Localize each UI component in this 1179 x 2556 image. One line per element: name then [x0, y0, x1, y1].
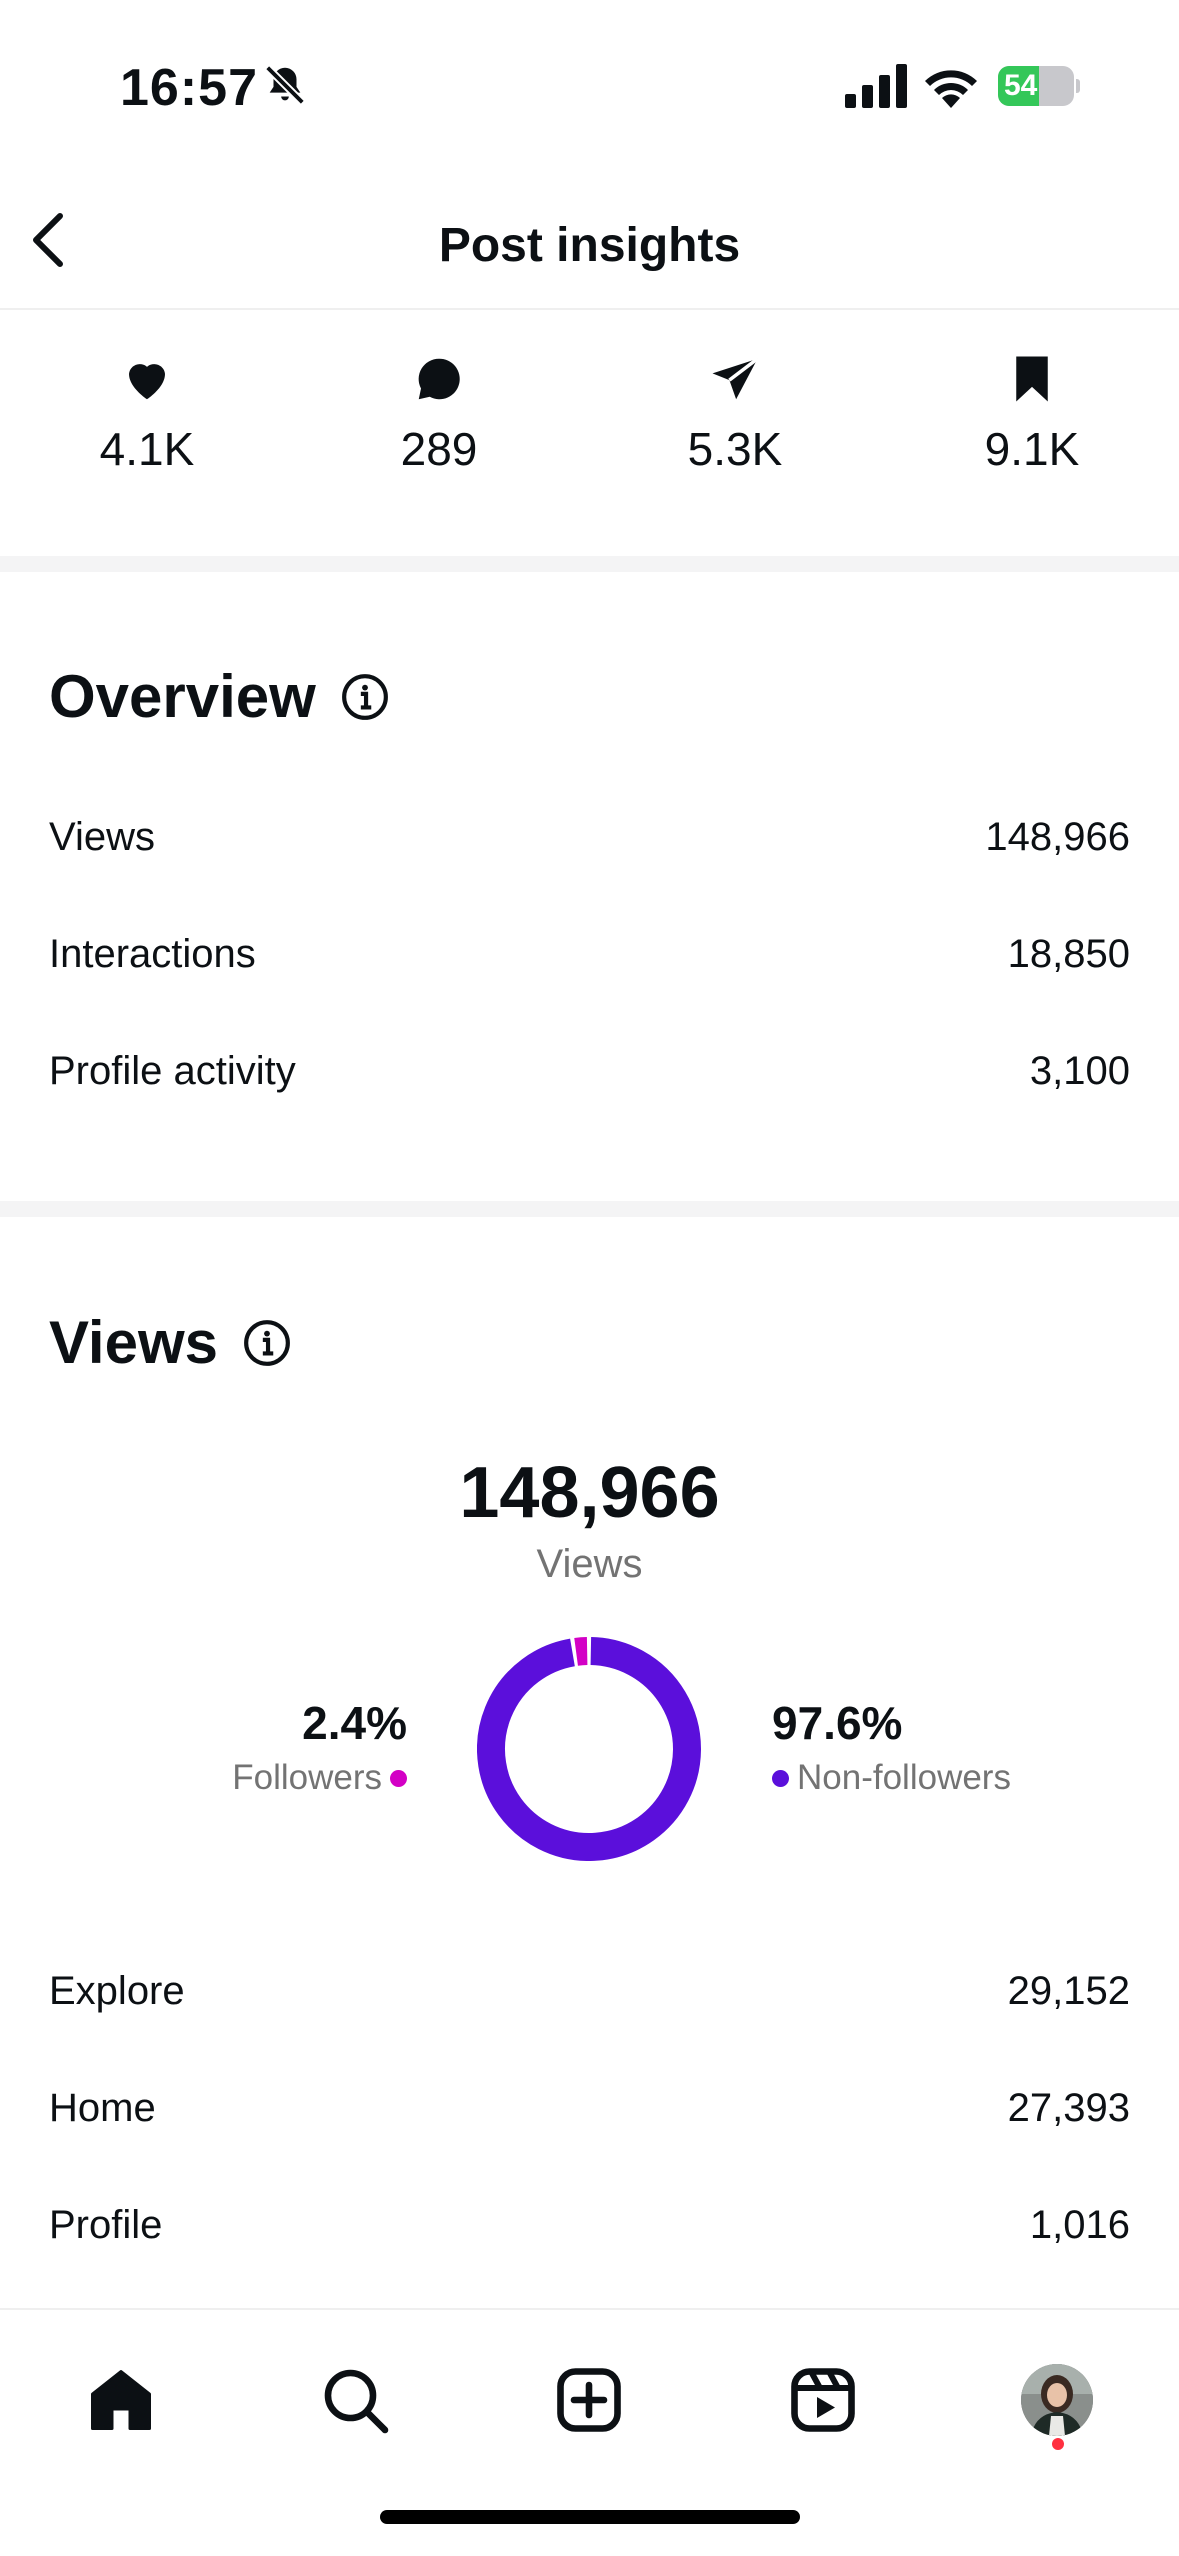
overview-title: Overview — [49, 663, 316, 730]
views-title: Views — [49, 1309, 219, 1376]
followers-label: Followers — [232, 1758, 382, 1797]
followers-percent: 2.4% — [302, 1697, 407, 1749]
status-time: 16:57 — [120, 59, 258, 117]
battery-indicator: 54 — [998, 66, 1080, 106]
search-icon — [324, 2369, 389, 2434]
heart-icon — [129, 364, 165, 400]
views-source-profile[interactable]: Profile 1,016 — [49, 2185, 1130, 2265]
comment-icon — [418, 358, 460, 400]
row-label: Interactions — [49, 931, 256, 976]
likes-count: 4.1K — [99, 423, 195, 475]
overview-heading: Overview — [49, 662, 390, 731]
followers-dot — [390, 1769, 407, 1787]
battery-level: 54 — [1004, 69, 1038, 102]
overview-row-views[interactable]: Views 148,966 — [49, 797, 1130, 877]
followers-legend: 2.4% Followers — [232, 1696, 407, 1798]
row-label: Explore — [49, 1968, 185, 2013]
home-indicator — [380, 2510, 800, 2524]
row-value: 3,100 — [1029, 1048, 1130, 1093]
notification-dot — [1052, 2438, 1064, 2450]
nav-search[interactable] — [305, 2350, 405, 2450]
section-divider — [0, 556, 1179, 572]
reels-icon — [791, 2368, 855, 2432]
row-label: Profile activity — [49, 1048, 296, 1093]
bookmark-icon — [1016, 356, 1048, 402]
engagement-stats: 4.1K 289 5.3K 9.1K — [0, 312, 1179, 556]
shares-stat: 5.3K — [625, 352, 845, 476]
nav-create[interactable] — [539, 2350, 639, 2450]
share-icon — [712, 357, 759, 400]
page-title: Post insights — [438, 219, 741, 272]
bottom-nav — [0, 2308, 1179, 2556]
row-label: Profile — [49, 2202, 163, 2247]
followers-arc — [574, 1637, 588, 1666]
overview-row-profile-activity[interactable]: Profile activity 3,100 — [49, 1031, 1130, 1111]
row-label: Views — [49, 814, 155, 859]
views-total-label: Views — [536, 1542, 643, 1586]
nav-profile[interactable] — [1007, 2350, 1107, 2450]
row-value: 148,966 — [985, 814, 1130, 859]
views-heading: Views — [49, 1308, 292, 1377]
comments-stat: 289 — [329, 352, 549, 476]
create-icon — [557, 2368, 621, 2432]
saves-count: 9.1K — [984, 423, 1080, 475]
views-total: 148,966 — [459, 1453, 720, 1533]
info-icon[interactable] — [242, 1318, 292, 1368]
saves-stat: 9.1K — [922, 352, 1142, 476]
overview-row-interactions[interactable]: Interactions 18,850 — [49, 914, 1130, 994]
row-label: Home — [49, 2085, 156, 2130]
profile-avatar — [1021, 2364, 1093, 2436]
non-followers-arc — [477, 1637, 701, 1861]
non-followers-legend: 97.6% Non-followers — [772, 1696, 1011, 1798]
header: Post insights — [0, 170, 1179, 310]
views-source-home[interactable]: Home 27,393 — [49, 2068, 1130, 2148]
wifi-icon — [925, 70, 977, 108]
non-followers-label: Non-followers — [797, 1758, 1011, 1797]
status-bar: 16:57 54 — [0, 0, 1179, 170]
comments-count: 289 — [400, 423, 478, 475]
row-value: 1,016 — [1029, 2202, 1130, 2247]
non-followers-percent: 97.6% — [772, 1697, 903, 1749]
nav-home[interactable] — [71, 2350, 171, 2450]
likes-stat: 4.1K — [37, 352, 257, 476]
shares-count: 5.3K — [687, 423, 783, 475]
home-icon — [91, 2370, 151, 2430]
row-value: 27,393 — [1007, 2085, 1130, 2130]
row-value: 18,850 — [1007, 931, 1130, 976]
views-donut-chart — [477, 1637, 701, 1861]
nav-reels[interactable] — [773, 2350, 873, 2450]
cellular-signal-icon — [845, 64, 907, 108]
row-value: 29,152 — [1007, 1968, 1130, 2013]
non-followers-dot — [772, 1769, 789, 1787]
section-divider — [0, 1201, 1179, 1217]
bell-muted-icon — [265, 65, 305, 105]
info-icon[interactable] — [340, 672, 390, 722]
views-source-explore[interactable]: Explore 29,152 — [49, 1951, 1130, 2031]
